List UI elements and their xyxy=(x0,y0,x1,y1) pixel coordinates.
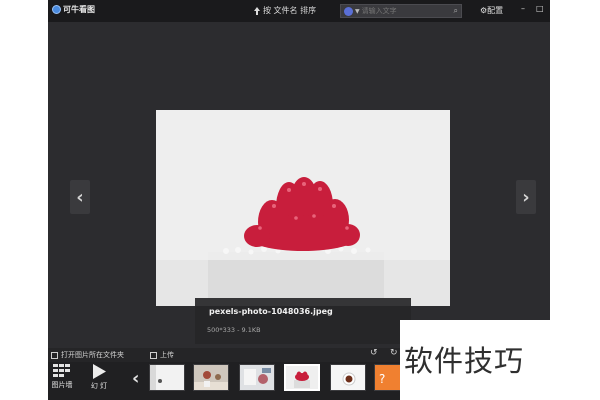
search-engine-icon[interactable] xyxy=(344,6,353,16)
sort-label: 按 文件名 排序 xyxy=(263,6,317,15)
title-bar: 可牛看图 按 文件名 排序 ▼ ⌕ ⚙配置 – □ xyxy=(48,0,550,22)
rotate-left-icon[interactable]: ↺ xyxy=(370,348,378,358)
search-input[interactable] xyxy=(361,7,454,15)
picture-wall-label: 图片墙 xyxy=(51,381,73,389)
image-meta: 500*333 - 9.1KB xyxy=(207,326,261,334)
maximize-icon[interactable]: □ xyxy=(536,4,544,13)
thumbnail-4-selected[interactable] xyxy=(284,364,320,391)
search-box[interactable]: ▼ ⌕ xyxy=(340,4,462,18)
upload-label: 上传 xyxy=(160,351,174,359)
main-photo xyxy=(156,110,450,306)
cactus-photo-image xyxy=(156,110,450,306)
config-label: 配置 xyxy=(487,6,504,15)
upload-link[interactable]: 上传 xyxy=(150,350,174,360)
prev-image-button[interactable]: ‹ xyxy=(70,180,90,214)
search-icon[interactable]: ⌕ xyxy=(454,6,458,16)
play-icon xyxy=(93,364,106,379)
app-logo-icon xyxy=(52,5,61,14)
svg-text:?: ? xyxy=(379,372,385,386)
filmstrip-prev-button[interactable]: ‹ xyxy=(132,368,139,389)
upload-icon xyxy=(150,351,157,359)
sort-arrow-icon xyxy=(254,6,260,15)
chevron-down-icon[interactable]: ▼ xyxy=(355,8,360,15)
image-info-panel: pexels-photo-1048036.jpeg 500*333 - 9.1K… xyxy=(195,298,411,344)
image-filename: pexels-photo-1048036.jpeg xyxy=(209,307,333,316)
config-button[interactable]: ⚙配置 xyxy=(480,5,503,16)
picture-wall-button[interactable]: 图片墙 xyxy=(50,364,74,390)
thumbnail-2[interactable] xyxy=(193,364,229,391)
minimize-icon[interactable]: – xyxy=(521,4,525,13)
thumbnail-3[interactable] xyxy=(239,364,275,391)
thumbnail-1[interactable] xyxy=(149,364,185,391)
app-title: 可牛看图 xyxy=(63,5,95,14)
rotate-right-icon[interactable]: ↻ xyxy=(390,348,398,358)
next-image-button[interactable]: › xyxy=(516,180,536,214)
slideshow-label: 幻 灯 xyxy=(90,382,108,390)
thumbnail-5[interactable] xyxy=(330,364,366,391)
slideshow-button[interactable]: 幻 灯 xyxy=(86,364,112,391)
chevron-left-icon: ‹ xyxy=(132,368,140,389)
open-folder-link[interactable]: 打开图片所在文件夹 xyxy=(51,350,124,360)
chevron-left-icon: ‹ xyxy=(76,186,84,208)
chevron-right-icon: › xyxy=(522,186,530,208)
app-brand: 可牛看图 xyxy=(52,4,95,15)
sort-button[interactable]: 按 文件名 排序 xyxy=(254,5,316,16)
watermark-text: 软件技巧 xyxy=(404,344,525,378)
folder-icon xyxy=(51,351,58,359)
image-viewer-area: ‹ › pexels-photo-1048036.jpeg 500*333 - … xyxy=(48,22,550,348)
open-folder-label: 打开图片所在文件夹 xyxy=(61,351,124,359)
grid-icon xyxy=(53,364,70,377)
